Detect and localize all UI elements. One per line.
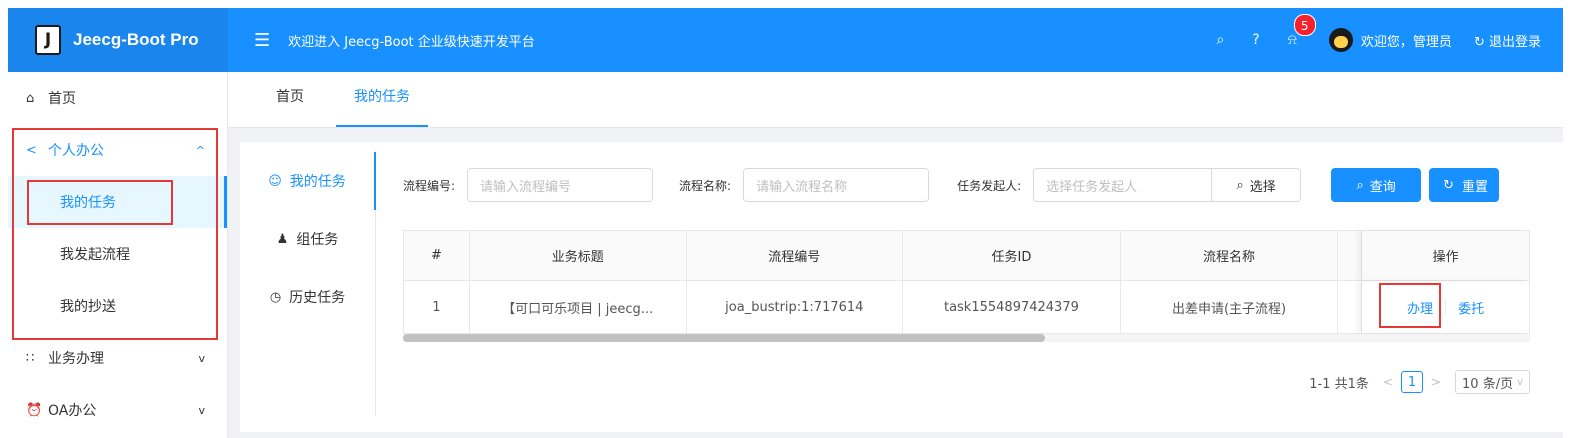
avatar[interactable]	[1328, 28, 1353, 52]
user-icon: ☺	[268, 173, 282, 189]
home-icon: ⌂	[26, 90, 35, 106]
app-title: Jeecg-Boot Pro	[73, 30, 199, 49]
pagination-summary: 1-1 共1条	[1309, 376, 1369, 392]
logout-label: 退出登录	[1488, 34, 1541, 50]
column-header: 流程编号	[687, 231, 904, 280]
action-divider	[1445, 300, 1447, 314]
table-header: # 业务标题 流程编号 任务ID 流程名称 操作	[404, 231, 1529, 281]
content-card: ☺ 我的任务 ♟ 组任务 ◷ 历史任务 流程编号: 请输入流程编号 流程名称: …	[240, 142, 1563, 432]
next-page-icon[interactable]: >	[1431, 375, 1441, 389]
alarm-icon: ⏰	[26, 402, 43, 418]
tab-bar: 首页 我的任务	[228, 72, 1563, 128]
tab-home[interactable]: 首页	[258, 79, 322, 127]
initiator-input[interactable]: 选择任务发起人	[1033, 168, 1212, 202]
sidebar-item-label: 首页	[48, 91, 76, 107]
process-name-input[interactable]: 请输入流程名称	[743, 168, 930, 202]
select-initiator-button[interactable]: ⌕ 选择	[1211, 168, 1302, 202]
scrollbar-thumb[interactable]	[403, 334, 1045, 342]
search-icon[interactable]: ⌕	[1216, 32, 1224, 48]
page-number[interactable]: 1	[1400, 371, 1423, 393]
cell-title: 【可口可乐项目 | jeecg...	[470, 281, 687, 333]
prev-page-icon[interactable]: <	[1383, 375, 1393, 389]
logout-icon: ↻	[1473, 34, 1485, 50]
subnav-label: 历史任务	[289, 290, 346, 306]
cell-process-name: 出差申请(主子流程)	[1121, 281, 1339, 333]
subnav-history-tasks[interactable]: ◷ 历史任务	[240, 268, 375, 326]
initiator-label: 任务发起人:	[957, 178, 1022, 193]
chevron-down-icon: v	[198, 351, 205, 365]
table-row: 1 【可口可乐项目 | jeecg... joa_bustrip:1:71761…	[404, 281, 1529, 334]
tab-my-tasks[interactable]: 我的任务	[336, 79, 428, 127]
pagination: 1-1 共1条 < 1 > 10 条/页 v	[1309, 370, 1530, 394]
select-label: 选择	[1249, 179, 1276, 195]
table-horizontal-scrollbar[interactable]	[403, 334, 1530, 342]
annotation-box-personal-office-menu	[12, 128, 218, 340]
sidebar-item-label: OA办公	[48, 403, 97, 419]
chevron-down-icon: v	[198, 403, 205, 417]
subnav-label: 组任务	[296, 232, 339, 248]
logo[interactable]: J Jeecg-Boot Pro	[8, 8, 228, 72]
column-header: 任务ID	[903, 231, 1121, 280]
process-name-label: 流程名称:	[679, 178, 732, 193]
org-icon: ∷	[26, 350, 35, 366]
reload-icon: ↻	[1443, 177, 1455, 193]
welcome-text: 欢迎进入 Jeecg-Boot 企业级快速开发平台	[288, 34, 535, 50]
logo-icon: J	[35, 25, 61, 55]
reset-button[interactable]: ↻ 重置	[1429, 168, 1500, 202]
annotation-box-my-tasks-item	[27, 180, 173, 225]
sidebar-item-label: 业务办理	[48, 351, 104, 367]
page-size-value: 10 条/页	[1462, 376, 1514, 392]
initiator-picker: 选择任务发起人 ⌕ 选择	[1033, 168, 1302, 202]
sidebar-item-oa[interactable]: ⏰ OA办公 v	[8, 384, 227, 436]
search-icon: ⌕	[1236, 177, 1244, 193]
column-header: #	[404, 231, 470, 280]
bell-icon[interactable]: ⍾ 5	[1288, 14, 1316, 48]
page-size-select[interactable]: 10 条/页 v	[1455, 370, 1530, 394]
query-label: 查询	[1369, 179, 1396, 195]
annotation-box-handle-link	[1379, 283, 1441, 328]
subnav-my-tasks[interactable]: ☺ 我的任务	[240, 152, 376, 210]
team-icon: ♟	[276, 231, 289, 247]
cell-process-no: joa_bustrip:1:717614	[687, 281, 904, 333]
notification-badge: 5	[1293, 14, 1316, 36]
search-icon: ⌕	[1356, 177, 1364, 193]
main-area: 首页 我的任务 ☺ 我的任务 ♟ 组任务 ◷ 历史任务 流程编号: 请输入流程编…	[228, 72, 1563, 438]
search-form: 流程编号: 请输入流程编号 流程名称: 请输入流程名称 任务发起人: 选择任务发…	[403, 168, 1500, 202]
cell-index: 1	[404, 281, 470, 333]
help-icon[interactable]: ?	[1252, 32, 1259, 48]
menu-fold-icon[interactable]: ☰	[254, 30, 270, 51]
subnav-group-tasks[interactable]: ♟ 组任务	[240, 210, 375, 268]
logout-button[interactable]: ↻ 退出登录	[1474, 31, 1541, 50]
sidebar-item-home[interactable]: ⌂ 首页	[8, 72, 227, 124]
chevron-down-icon: v	[1517, 376, 1523, 388]
process-no-label: 流程编号:	[403, 178, 456, 193]
process-no-input[interactable]: 请输入流程编号	[467, 168, 654, 202]
user-greeting[interactable]: 欢迎您，管理员	[1361, 31, 1452, 50]
task-table: # 业务标题 流程编号 任务ID 流程名称 操作 1 【可口可乐项目 | jee…	[403, 230, 1530, 334]
subnav-label: 我的任务	[289, 174, 346, 190]
column-header: 流程名称	[1121, 231, 1339, 280]
top-header: J Jeecg-Boot Pro ☰ 欢迎进入 Jeecg-Boot 企业级快速…	[8, 8, 1563, 72]
column-header: 业务标题	[470, 231, 687, 280]
task-subnav: ☺ 我的任务 ♟ 组任务 ◷ 历史任务	[240, 152, 376, 416]
delegate-link[interactable]: 委托	[1458, 298, 1484, 317]
column-header: 操作	[1362, 231, 1529, 280]
column-spacer	[1338, 231, 1363, 280]
query-button[interactable]: ⌕ 查询	[1331, 168, 1422, 202]
cell-task-id: task1554897424379	[903, 281, 1121, 333]
cell-spacer	[1338, 281, 1363, 333]
reset-label: 重置	[1462, 179, 1489, 195]
clock-icon: ◷	[269, 289, 282, 305]
